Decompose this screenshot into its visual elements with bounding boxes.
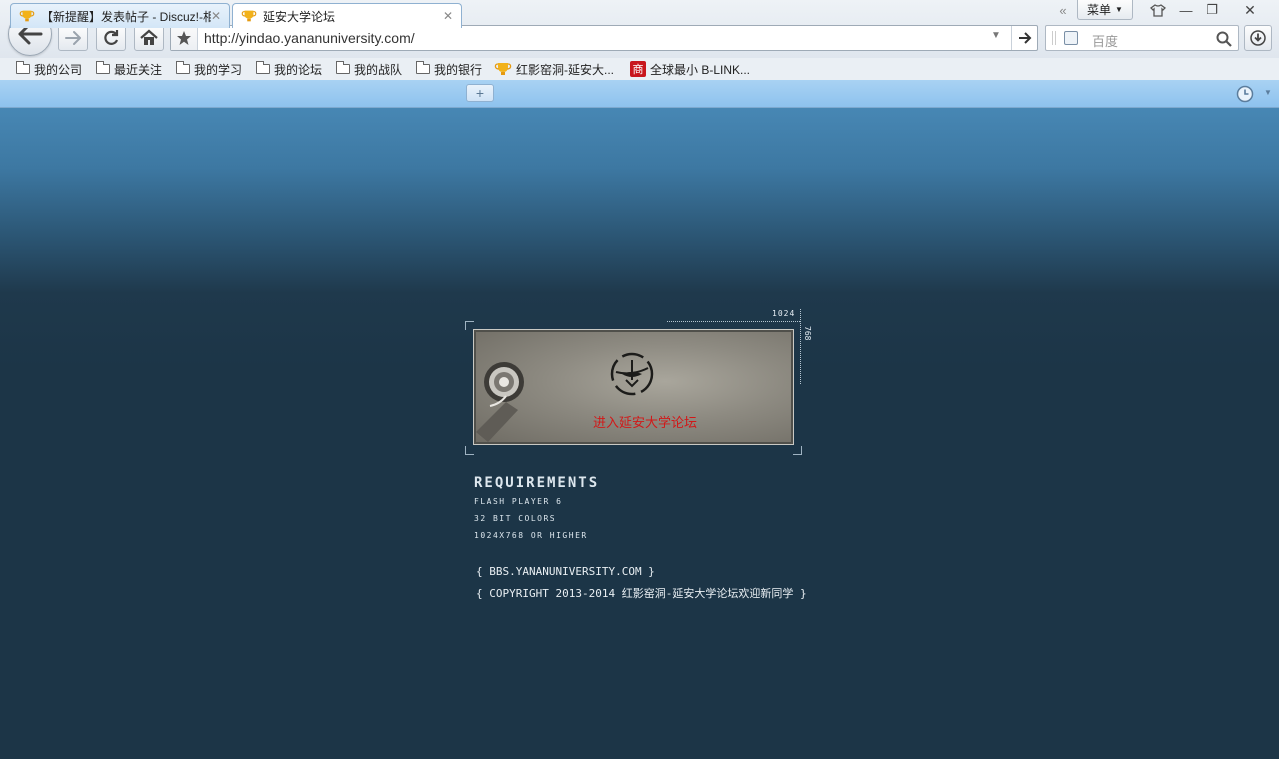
bookmark-label: 我的论坛: [274, 62, 323, 77]
folder-icon: [176, 61, 190, 74]
address-bar[interactable]: http://yindao.yananuniversity.com/ ▼: [170, 25, 1038, 51]
site-link[interactable]: { BBS.YANANUNIVERSITY.COM }: [476, 565, 655, 578]
baidu-engine-icon[interactable]: [1064, 31, 1078, 45]
bookmark-my-team[interactable]: 我的战队: [336, 58, 402, 80]
requirement-item: 32 BIT COLORS: [474, 514, 557, 523]
emblem-icon: [610, 352, 654, 396]
bookmark-recent[interactable]: 最近关注: [96, 58, 162, 80]
forward-button[interactable]: [58, 25, 88, 51]
search-placeholder[interactable]: 百度: [1092, 31, 1118, 50]
bookmark-hongying[interactable]: 红影窑洞-延安大...: [494, 58, 614, 80]
frame-corner: [465, 446, 474, 455]
bookmark-label: 最近关注: [114, 62, 163, 77]
requirement-item: FLASH PLAYER 6: [474, 497, 563, 506]
url-text[interactable]: http://yindao.yananuniversity.com/: [204, 30, 415, 46]
bookmark-my-company[interactable]: 我的公司: [16, 58, 82, 80]
bookmark-label: 我的战队: [354, 62, 403, 77]
shirt-icon: [1150, 3, 1166, 17]
download-button[interactable]: [1244, 25, 1272, 51]
clock-icon: [1236, 85, 1254, 103]
bookmark-label: 我的学习: [194, 62, 243, 77]
tab-bar: ▼: [0, 80, 1279, 108]
tab-list-chevron-icon[interactable]: ▼: [1264, 88, 1272, 97]
menu-button[interactable]: 菜单 ▼: [1077, 0, 1133, 20]
home-button[interactable]: [134, 25, 164, 51]
bookmark-blink[interactable]: 商 全球最小 B-LINK...: [630, 58, 750, 80]
bookmark-my-forum[interactable]: 我的论坛: [256, 58, 322, 80]
bookmark-label: 全球最小 B-LINK...: [650, 62, 751, 77]
width-label: 1024: [772, 309, 796, 318]
folder-icon: [16, 61, 30, 74]
trophy-icon: [494, 63, 512, 75]
drag-handle-icon: [1052, 31, 1056, 45]
folder-icon: [336, 61, 350, 74]
search-box[interactable]: 百度: [1045, 25, 1239, 51]
folder-icon: [256, 61, 270, 74]
trophy-icon: [19, 10, 35, 22]
flash-banner[interactable]: 进入延安大学论坛: [473, 329, 794, 445]
bookmark-my-bank[interactable]: 我的银行: [416, 58, 482, 80]
bookmark-star-button[interactable]: [171, 26, 198, 50]
folder-icon: [416, 61, 430, 74]
requirements-title: REQUIREMENTS: [474, 475, 600, 491]
trophy-icon: [241, 10, 257, 22]
home-icon: [140, 29, 158, 45]
tab-yanan-forum[interactable]: 延安大学论坛 ✕: [232, 3, 462, 28]
bookmark-label: 我的公司: [34, 62, 83, 77]
width-guide-line: [667, 321, 800, 322]
new-tab-button[interactable]: +: [466, 84, 494, 102]
tab-discuz[interactable]: 【新提醒】发表帖子 - Discuz!-相 ✕: [10, 3, 230, 28]
skin-button[interactable]: [1146, 0, 1170, 20]
download-icon: [1250, 30, 1266, 46]
close-button[interactable]: ✕: [1238, 0, 1262, 20]
banner-image: 进入延安大学论坛: [476, 332, 791, 442]
refresh-button[interactable]: [96, 25, 126, 51]
height-label: 768: [803, 326, 812, 341]
tab-label: 延安大学论坛: [263, 9, 336, 24]
go-button[interactable]: [1011, 26, 1038, 50]
door-knob-icon: [476, 362, 524, 442]
tab-label: 【新提醒】发表帖子 - Discuz!-相: [41, 9, 211, 24]
tab-close-icon[interactable]: ✕: [211, 9, 221, 23]
chevron-down-icon[interactable]: ▼: [991, 30, 1001, 41]
history-button[interactable]: [1236, 85, 1254, 103]
collapse-chevron-icon[interactable]: «: [1054, 0, 1072, 20]
bookmark-label: 我的银行: [434, 62, 483, 77]
requirement-item: 1024X768 OR HIGHER: [474, 531, 588, 540]
bookmark-label: 红影窑洞-延安大...: [516, 62, 614, 77]
menu-label: 菜单: [1087, 3, 1112, 17]
forward-arrow-icon: [65, 31, 81, 45]
bookmarks-bar: 我的公司 最近关注 我的学习 我的论坛 我的战队 我的银行 红影窑洞-延安大..…: [0, 58, 1279, 80]
tab-close-icon[interactable]: ✕: [443, 9, 453, 23]
enter-forum-link[interactable]: 进入延安大学论坛: [593, 412, 697, 431]
refresh-icon: [104, 30, 119, 45]
caret-down-icon: ▼: [1115, 5, 1123, 14]
go-arrow-icon: [1019, 32, 1032, 44]
search-icon[interactable]: [1216, 31, 1232, 47]
copyright-text: { COPYRIGHT 2013-2014 红影窑洞-延安大学论坛欢迎新同学 }: [476, 587, 807, 600]
bookmark-my-study[interactable]: 我的学习: [176, 58, 242, 80]
folder-icon: [96, 61, 110, 74]
frame-corner: [793, 446, 802, 455]
shop-icon: 商: [630, 61, 646, 77]
star-icon: [177, 31, 191, 45]
minimize-button[interactable]: —: [1176, 0, 1196, 20]
height-guide-line: [800, 309, 801, 384]
restore-button[interactable]: ❐: [1201, 0, 1223, 20]
